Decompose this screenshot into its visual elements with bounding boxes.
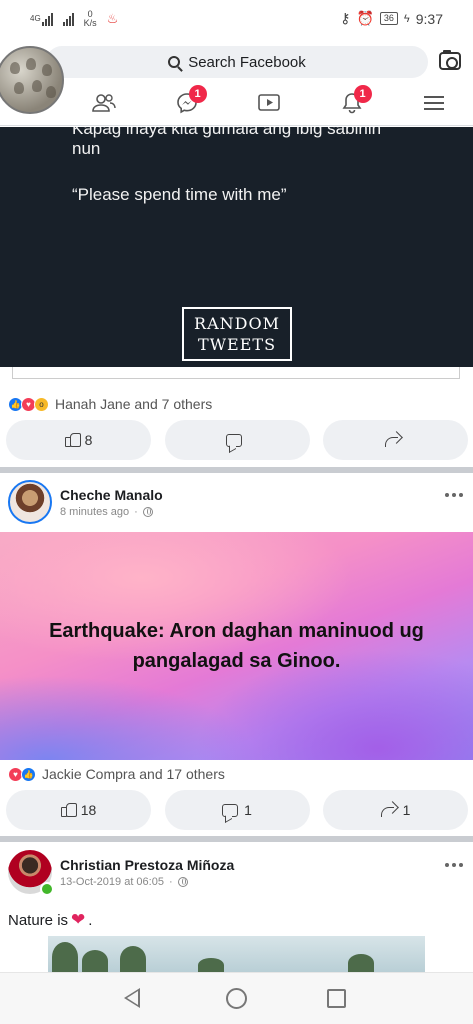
comment-count: 1	[244, 802, 252, 818]
signal-icon-2	[62, 12, 74, 26]
reactions-summary[interactable]: 👍 ♥ o Hanah Jane and 7 others	[8, 396, 212, 412]
like-button[interactable]: 8	[6, 420, 151, 460]
search-bar[interactable]: Search Facebook	[46, 46, 428, 78]
profile-avatar[interactable]	[0, 46, 64, 114]
public-globe-icon	[177, 876, 188, 887]
post-background[interactable]: Earthquake: Aron daghan maninuod ug pang…	[0, 532, 473, 760]
link-preview-edge	[12, 367, 460, 379]
tweet-text-line: Kapag inaya kita gumala ang ibig sabihin	[72, 127, 382, 138]
share-button[interactable]	[323, 420, 468, 460]
like-count: 18	[80, 802, 97, 818]
like-icon	[64, 433, 81, 447]
comment-icon	[226, 433, 242, 447]
post-image-tweet[interactable]: Kapag inaya kita gumala ang ibig sabihin…	[0, 127, 473, 367]
public-globe-icon	[142, 506, 153, 517]
post-text: Earthquake: Aron daghan maninuod ug pang…	[49, 620, 424, 672]
author-name[interactable]: Cheche Manalo	[60, 487, 163, 503]
top-nav: 1 1	[84, 85, 454, 120]
author-name[interactable]: Christian Prestoza Miñoza	[60, 857, 234, 873]
post-actions: 18 1 1	[6, 790, 468, 830]
reactions-text: Jackie Compra and 17 others	[42, 766, 225, 782]
like-reaction-icon: 👍	[21, 766, 36, 782]
nav-watch[interactable]	[249, 87, 289, 119]
battery-level: 36	[379, 12, 398, 25]
post-divider	[0, 836, 473, 842]
random-tweets-logo: RANDOM TWEETS	[182, 307, 292, 361]
author-avatar[interactable]	[8, 850, 54, 896]
more-options-icon[interactable]	[445, 863, 463, 867]
clock: 9:37	[415, 10, 443, 27]
nav-friends[interactable]	[84, 87, 124, 119]
post-photo[interactable]	[48, 936, 425, 972]
post-actions: 8	[6, 420, 468, 460]
hamburger-icon	[424, 96, 444, 110]
comment-button[interactable]: 1	[164, 790, 310, 830]
recents-icon[interactable]	[327, 989, 346, 1008]
reactions-text: Hanah Jane and 7 others	[55, 396, 213, 412]
share-icon	[384, 433, 401, 447]
wow-reaction-icon: o	[34, 396, 49, 412]
post-time[interactable]: 8 minutes ago	[60, 506, 129, 518]
share-button[interactable]: 1	[323, 790, 468, 830]
back-icon[interactable]	[124, 988, 140, 1008]
post-header: Cheche Manalo 8 minutes ago ·	[8, 480, 163, 524]
post-header: Christian Prestoza Miñoza 13-Oct-2019 at…	[8, 850, 234, 896]
status-bar: 4G 0 K/s ♨ ⚷ ⏰ 36 ϟ 9:37	[0, 0, 473, 40]
signal-icon	[41, 12, 53, 26]
home-icon[interactable]	[226, 988, 247, 1009]
charging-icon: ϟ	[403, 12, 410, 25]
system-navigation-bar	[0, 972, 473, 1024]
facebook-header: Search Facebook 1 1	[0, 40, 473, 126]
flame-icon: ♨	[106, 11, 119, 26]
tweet-text-line: nun	[72, 139, 101, 158]
friends-icon	[92, 94, 116, 112]
messenger-badge: 1	[188, 85, 207, 103]
search-placeholder: Search Facebook	[188, 53, 306, 71]
comment-button[interactable]	[164, 420, 310, 460]
alarm-icon: ⏰	[356, 10, 374, 26]
share-count: 1	[402, 802, 411, 818]
nav-notifications[interactable]: 1	[332, 85, 372, 119]
search-icon	[168, 56, 181, 68]
post-divider	[0, 467, 473, 473]
reactions-summary[interactable]: ♥ 👍 Jackie Compra and 17 others	[8, 766, 225, 782]
like-count: 8	[84, 432, 93, 448]
camera-icon[interactable]	[439, 50, 461, 70]
like-icon	[60, 803, 77, 817]
nav-menu[interactable]	[414, 87, 454, 119]
post-text: Nature is ❤.	[8, 910, 93, 929]
nav-messenger[interactable]: 1	[167, 85, 207, 119]
author-avatar[interactable]	[8, 480, 52, 524]
post-time[interactable]: 13-Oct-2019 at 06:05	[60, 876, 164, 888]
notifications-badge: 1	[353, 85, 372, 103]
key-icon: ⚷	[340, 10, 351, 26]
network-type: 4G	[30, 14, 41, 23]
more-options-icon[interactable]	[445, 493, 463, 497]
tweet-quote: “Please spend time with me”	[72, 185, 287, 204]
network-speed: 0 K/s	[83, 9, 97, 28]
heart-icon: ❤	[71, 910, 86, 929]
like-button[interactable]: 18	[6, 790, 151, 830]
watch-icon	[258, 94, 280, 111]
comment-icon	[222, 803, 239, 817]
share-icon	[380, 803, 397, 817]
online-status-dot	[40, 882, 54, 896]
